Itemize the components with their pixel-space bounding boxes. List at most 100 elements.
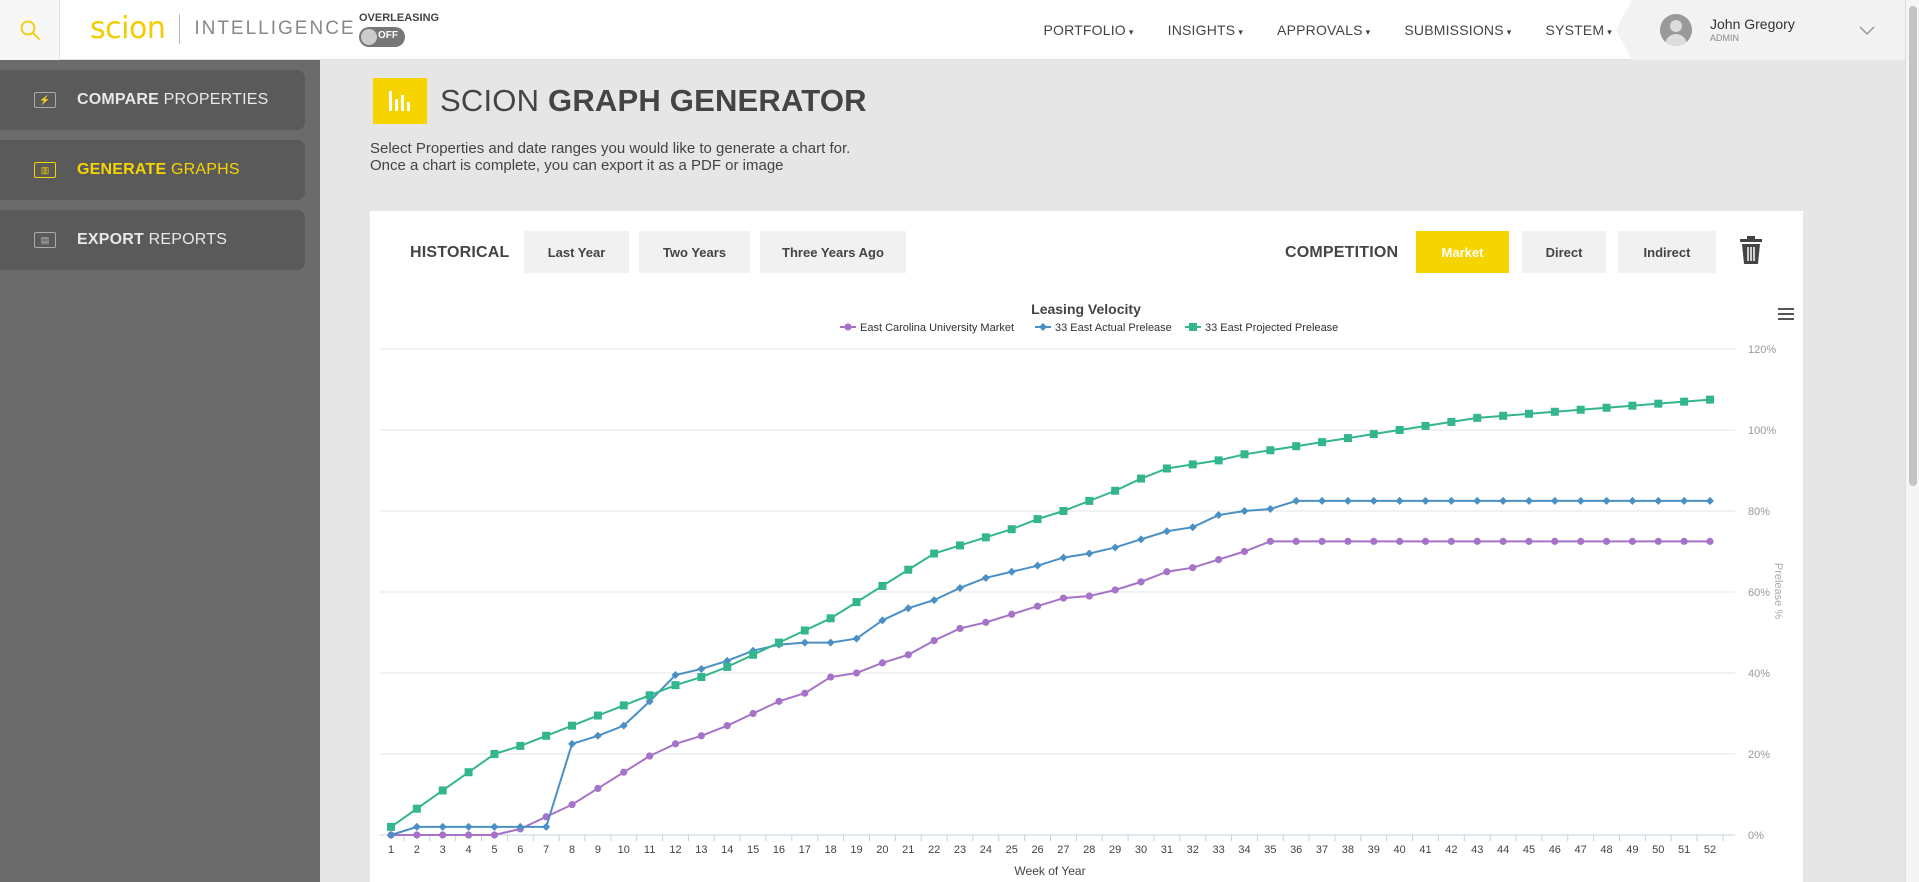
data-point [1137,535,1146,544]
x-tick-label: 19 [850,844,862,856]
x-tick-label: 18 [825,844,837,856]
x-tick-label: 41 [1419,844,1431,856]
data-point [1550,407,1559,416]
nav-insights[interactable]: INSIGHTS ▾ [1168,22,1243,38]
x-tick-label: 39 [1368,844,1380,856]
data-point [1550,496,1559,505]
sidebar-label-bold: COMPARE [77,91,159,108]
x-tick-label: 9 [595,844,601,856]
x-tick-label: 31 [1161,844,1173,856]
caret-down-icon: ▾ [1506,27,1512,37]
x-tick-label: 14 [721,844,733,856]
data-point [464,768,473,777]
historical-last-year-button[interactable]: Last Year [524,231,629,273]
historical-three-years-ago-button[interactable]: Three Years Ago [760,231,906,273]
chart-menu-icon[interactable] [1776,306,1796,322]
competition-market-button[interactable]: Market [1416,231,1509,273]
overleasing-label: OVERLEASING [359,12,440,24]
series-line [390,398,1711,828]
data-point [1111,486,1120,495]
data-point [1421,421,1430,430]
x-tick-label: 26 [1031,844,1043,856]
overleasing-toggle[interactable]: OFF [359,27,405,47]
data-point [1292,537,1300,545]
nav-portfolio[interactable]: PORTFOLIO ▾ [1043,22,1133,38]
avatar-head [1670,20,1682,32]
data-point [1343,434,1352,443]
data-point [1447,417,1456,426]
data-point [568,801,576,809]
graph-panel: HISTORICAL Last Year Two Years Three Yea… [370,211,1803,882]
data-point [1706,496,1714,505]
chart-title: Leasing Velocity [1031,301,1141,317]
historical-label: HISTORICAL [410,244,510,261]
nav-system[interactable]: SYSTEM ▾ [1546,22,1612,38]
data-point [387,831,395,839]
logo[interactable]: scion INTELLIGENCE [90,14,356,44]
data-point [1680,397,1689,406]
data-point [774,640,783,649]
data-point [1085,549,1094,558]
caret-down-icon: ▾ [1128,27,1134,37]
description-line-1: Select Properties and date ranges you wo… [370,140,851,157]
y-axis-ticks: 0% 20% 40% 60% 80% 100% 120% [1748,344,1776,842]
data-point [1551,537,1559,545]
scrollbar-thumb[interactable] [1909,6,1917,486]
data-point [619,721,628,730]
data-point [490,831,499,839]
sidebar-item-compare-properties[interactable]: ⚡ COMPARE PROPERTIES [0,70,305,130]
data-point [774,638,783,647]
data-point [955,541,964,550]
data-point [697,673,706,682]
x-tick-label: 49 [1626,844,1638,856]
x-tick-label: 5 [491,844,497,856]
data-point [826,614,835,623]
data-point [516,825,524,833]
y-tick-label: 60% [1748,587,1770,599]
toggle-state: OFF [378,30,398,41]
x-tick-label: 32 [1187,844,1199,856]
x-tick-label: 4 [466,844,472,856]
data-point [1292,442,1301,451]
data-point [1188,523,1197,532]
chart-icon: ▥ [34,162,56,178]
series-line [391,540,1710,836]
sidebar-item-generate-graphs[interactable]: ▥ GENERATE GRAPHS [0,140,305,200]
page-scrollbar[interactable] [1905,0,1919,882]
data-point [1628,496,1637,505]
data-point [800,638,809,647]
x-tick-label: 20 [876,844,888,856]
sidebar-label-bold: EXPORT [77,231,144,248]
data-point [1473,537,1481,545]
series-line [390,499,1710,836]
data-point [723,656,732,665]
x-tick-label: 40 [1394,844,1406,856]
data-point [1396,537,1404,545]
data-point [1214,511,1223,520]
data-point [697,732,705,740]
compare-icon: ⚡ [34,92,56,108]
data-point [1033,515,1042,524]
user-menu[interactable]: John Gregory ADMIN [1616,0,1919,60]
search-button[interactable] [0,0,60,60]
nav-submissions[interactable]: SUBMISSIONS ▾ [1404,22,1511,38]
competition-direct-button[interactable]: Direct [1522,231,1606,273]
page-title-bold: GRAPH GENERATOR [548,83,867,118]
competition-indirect-button[interactable]: Indirect [1618,231,1716,273]
x-tick-label: 27 [1057,844,1069,856]
caret-down-icon: ▾ [1365,27,1371,37]
sidebar-item-export-reports[interactable]: ▤ EXPORT REPORTS [0,210,305,270]
x-tick-label: 23 [954,844,966,856]
data-point [490,822,499,831]
x-tick-label: 2 [414,844,420,856]
data-point [826,638,835,647]
historical-two-years-button[interactable]: Two Years [639,231,750,273]
search-icon [20,20,40,40]
trash-icon[interactable] [1738,235,1764,265]
data-point [1033,602,1042,610]
chevron-down-icon[interactable] [1857,20,1877,40]
sidebar-label-rest: GRAPHS [166,161,240,178]
data-point [1680,496,1689,505]
data-point [1369,430,1378,439]
nav-approvals[interactable]: APPROVALS ▾ [1277,22,1370,38]
